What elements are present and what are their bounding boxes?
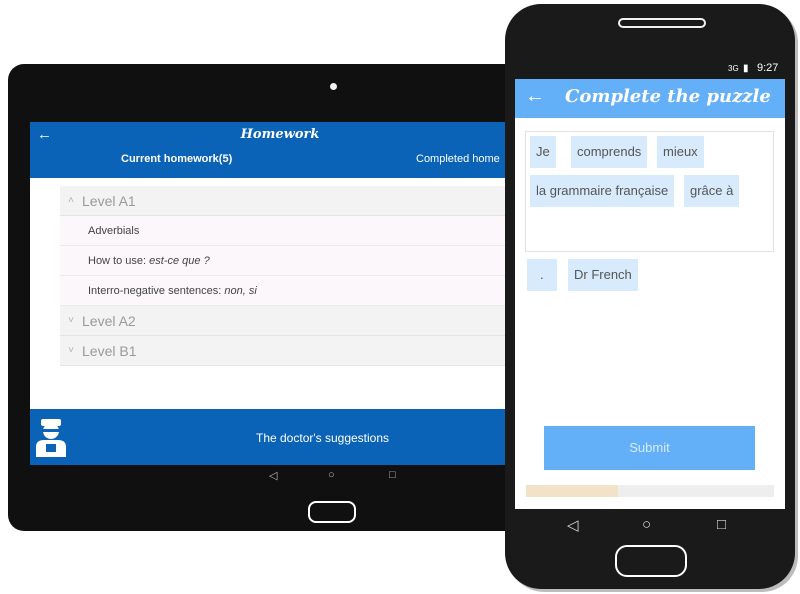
page-title: Complete the puzzle bbox=[565, 86, 771, 107]
progress-fill bbox=[526, 485, 618, 497]
level-header-a2[interactable]: ˅ Level A2 bbox=[60, 306, 506, 336]
tablet-nav-bar: ◁ ○ □ bbox=[8, 469, 538, 489]
list-item[interactable]: Interro-negative sentences: non, si bbox=[60, 276, 506, 306]
tablet-screen: ← Homework Current homework(5) Completed… bbox=[30, 122, 506, 465]
tablet-camera bbox=[330, 83, 337, 90]
level-header-a1[interactable]: ˄ Level A1 bbox=[60, 186, 506, 216]
doctor-suggestions-bar[interactable]: The doctor's suggestions bbox=[30, 409, 506, 465]
answer-chip[interactable]: la grammaire française bbox=[530, 175, 675, 207]
answer-chip[interactable]: comprends bbox=[571, 136, 648, 168]
level-label: Level A1 bbox=[82, 192, 136, 209]
lesson-title: Adverbials bbox=[88, 224, 140, 237]
tablet-device: ← Homework Current homework(5) Completed… bbox=[8, 64, 538, 531]
level-list: ˄ Level A1 Adverbials How to use: est-ce… bbox=[60, 186, 506, 366]
status-time: 9:27 bbox=[757, 62, 779, 74]
page-title: Homework bbox=[240, 127, 320, 142]
tab-current-homework[interactable]: Current homework(5) bbox=[121, 153, 232, 165]
answer-chip[interactable]: grâce à bbox=[684, 175, 740, 207]
lesson-emphasis: non, si bbox=[224, 284, 257, 297]
choice-chip[interactable]: Dr French bbox=[568, 259, 638, 291]
answer-chip[interactable]: mieux bbox=[657, 136, 704, 168]
chevron-down-icon: ˅ bbox=[68, 315, 74, 326]
back-arrow-icon[interactable]: ← bbox=[37, 127, 52, 143]
level-label: Level A2 bbox=[82, 312, 136, 329]
answer-chip[interactable]: Je bbox=[530, 136, 556, 168]
submit-button[interactable]: Submit bbox=[544, 426, 755, 470]
back-arrow-icon[interactable]: ← bbox=[525, 86, 545, 106]
list-item[interactable]: How to use: est-ce que ? bbox=[60, 246, 506, 276]
nav-back-icon[interactable]: ◁ bbox=[269, 469, 277, 482]
phone-speaker bbox=[618, 18, 706, 28]
phone-nav-bar: ◁ ○ □ bbox=[505, 516, 795, 536]
doctor-icon bbox=[36, 419, 66, 457]
lesson-emphasis: est-ce que ? bbox=[149, 254, 210, 267]
nav-recents-icon[interactable]: □ bbox=[389, 469, 396, 481]
phone-screen: ← Complete the puzzle Je comprends mieux… bbox=[515, 79, 785, 509]
lesson-title: How to use: bbox=[88, 254, 147, 267]
choice-chip[interactable]: . bbox=[527, 259, 557, 291]
answer-box[interactable]: Je comprends mieux la grammaire français… bbox=[525, 131, 774, 252]
doctor-suggestions-label: The doctor's suggestions bbox=[256, 431, 390, 445]
tablet-app-bar: ← Homework Current homework(5) Completed… bbox=[30, 122, 506, 178]
level-header-b1[interactable]: ˅ Level B1 bbox=[60, 336, 506, 366]
tablet-home-button[interactable] bbox=[308, 501, 356, 523]
chevron-up-icon: ˄ bbox=[68, 195, 74, 206]
status-bar: 3G ▮ 9:27 bbox=[515, 62, 785, 79]
phone-device: 3G ▮ 9:27 ← Complete the puzzle Je compr… bbox=[505, 4, 795, 589]
lesson-title: Interro-negative sentences: bbox=[88, 284, 222, 297]
nav-home-icon[interactable]: ○ bbox=[642, 516, 651, 533]
nav-back-icon[interactable]: ◁ bbox=[567, 516, 579, 534]
progress-bar bbox=[526, 485, 774, 497]
battery-icon: ▮ bbox=[743, 63, 749, 74]
chevron-down-icon: ˅ bbox=[68, 345, 74, 356]
tab-completed-homework[interactable]: Completed home bbox=[416, 153, 500, 165]
phone-app-bar: ← Complete the puzzle bbox=[515, 79, 785, 118]
list-item[interactable]: Adverbials bbox=[60, 216, 506, 246]
nav-home-icon[interactable]: ○ bbox=[328, 469, 335, 481]
nav-recents-icon[interactable]: □ bbox=[717, 516, 726, 533]
phone-home-button[interactable] bbox=[615, 545, 687, 577]
level-label: Level B1 bbox=[82, 342, 137, 359]
signal-icon: 3G bbox=[728, 64, 739, 73]
